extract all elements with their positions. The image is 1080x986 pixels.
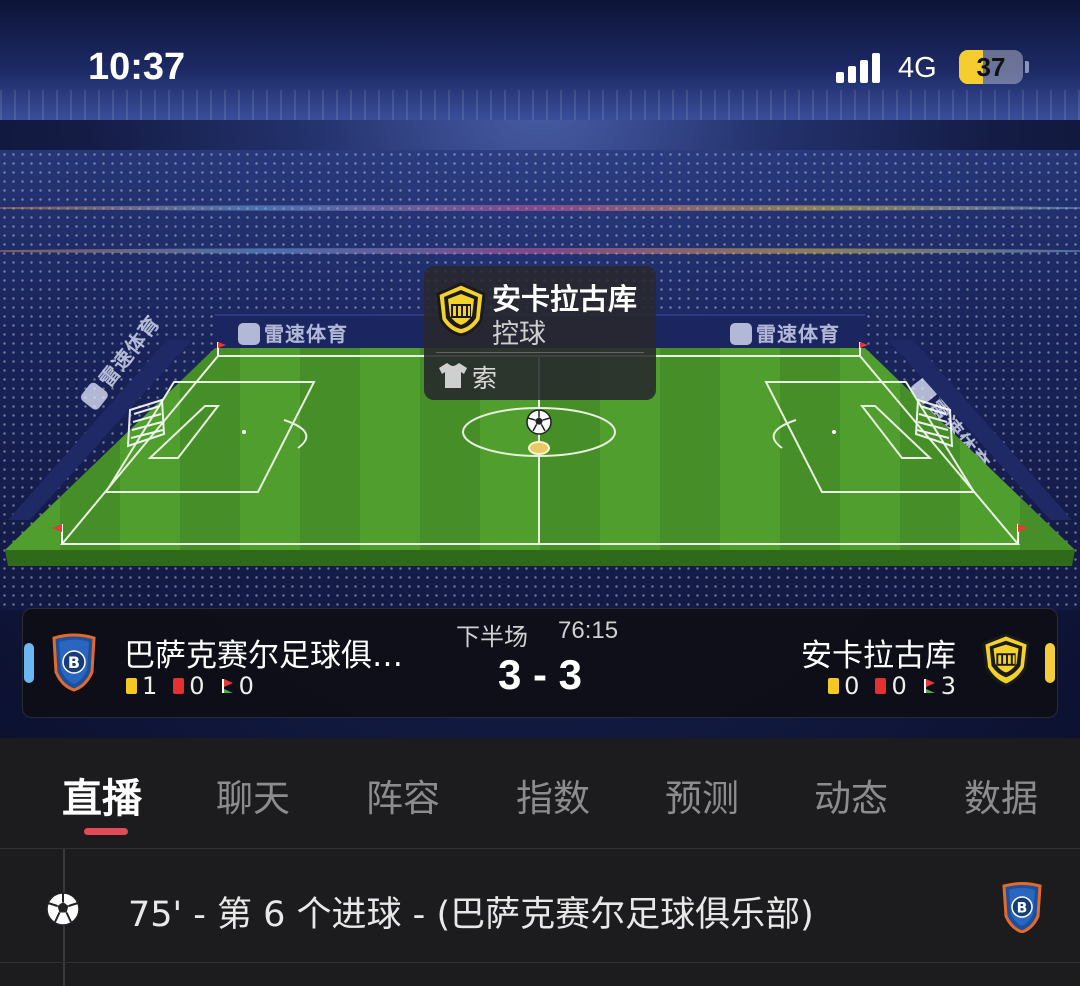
red-card-icon: [173, 678, 185, 694]
basaksehir-badge-icon: B: [1002, 882, 1042, 933]
match-period: 下半场: [456, 623, 528, 651]
tab-stats[interactable]: 数据: [964, 768, 1038, 822]
ball-icon: [526, 409, 552, 435]
tab-odds[interactable]: 指数: [516, 768, 590, 822]
red-card-icon: [875, 678, 887, 694]
home-corners: 0: [238, 672, 254, 700]
match-clock: 76:15: [558, 617, 619, 644]
away-team-name[interactable]: 安卡拉古库: [801, 630, 956, 675]
home-team-stats: 1 0 0: [126, 672, 270, 700]
away-team-color-stripe: [1045, 643, 1055, 683]
ankaragucu-badge-icon: [436, 282, 486, 336]
cellular-signal-icon: [836, 53, 886, 83]
ankaragucu-badge-icon[interactable]: [980, 632, 1032, 688]
tab-lineup[interactable]: 阵容: [366, 768, 440, 822]
home-team-color-stripe: [24, 643, 34, 683]
divider: [436, 352, 644, 353]
away-red-cards: 0: [891, 672, 907, 700]
home-red-cards: 0: [189, 672, 205, 700]
ball-position-marker: [528, 441, 550, 455]
possession-popup: 安卡拉古库 控球 索: [424, 266, 656, 400]
home-yellow-cards: 1: [142, 672, 158, 700]
away-corners: 3: [940, 672, 956, 700]
divider: [0, 962, 1080, 963]
shirt-icon: [439, 363, 467, 388]
player-name: 索: [472, 364, 498, 393]
home-team-name[interactable]: 巴萨克赛尔足球俱乐部: [124, 630, 430, 675]
tab-prediction[interactable]: 预测: [665, 768, 739, 822]
yellow-card-icon: [828, 678, 840, 694]
battery-percent: 37: [976, 52, 1006, 82]
svg-text:B: B: [1017, 901, 1028, 917]
possession-state: 控球: [492, 319, 546, 350]
status-time: 10:37: [88, 46, 186, 88]
tab-chat[interactable]: 聊天: [216, 768, 290, 822]
corner-flag-icon: [221, 679, 233, 693]
event-text[interactable]: 75' - 第 6 个进球 - (巴萨克赛尔足球俱乐部): [128, 886, 814, 937]
away-yellow-cards: 0: [844, 672, 860, 700]
network-type: 4G: [898, 52, 937, 84]
tab-feed[interactable]: 动态: [814, 768, 888, 822]
battery-icon: 37: [959, 50, 1023, 84]
corner-flag-icon: [923, 679, 935, 693]
stand-tier-line: [0, 205, 1080, 211]
yellow-card-icon: [126, 678, 137, 694]
soccer-ball-icon: [46, 892, 80, 926]
active-tab-indicator: [84, 828, 128, 835]
stand-tier-line: [0, 248, 1080, 254]
basaksehir-badge-icon[interactable]: B: [50, 632, 98, 692]
battery-tip: [1025, 61, 1029, 73]
tab-live[interactable]: 直播: [62, 766, 142, 824]
svg-text:B: B: [68, 653, 80, 672]
away-team-stats: 0 0 3: [828, 672, 956, 700]
match-score: 3 - 3: [497, 651, 583, 698]
